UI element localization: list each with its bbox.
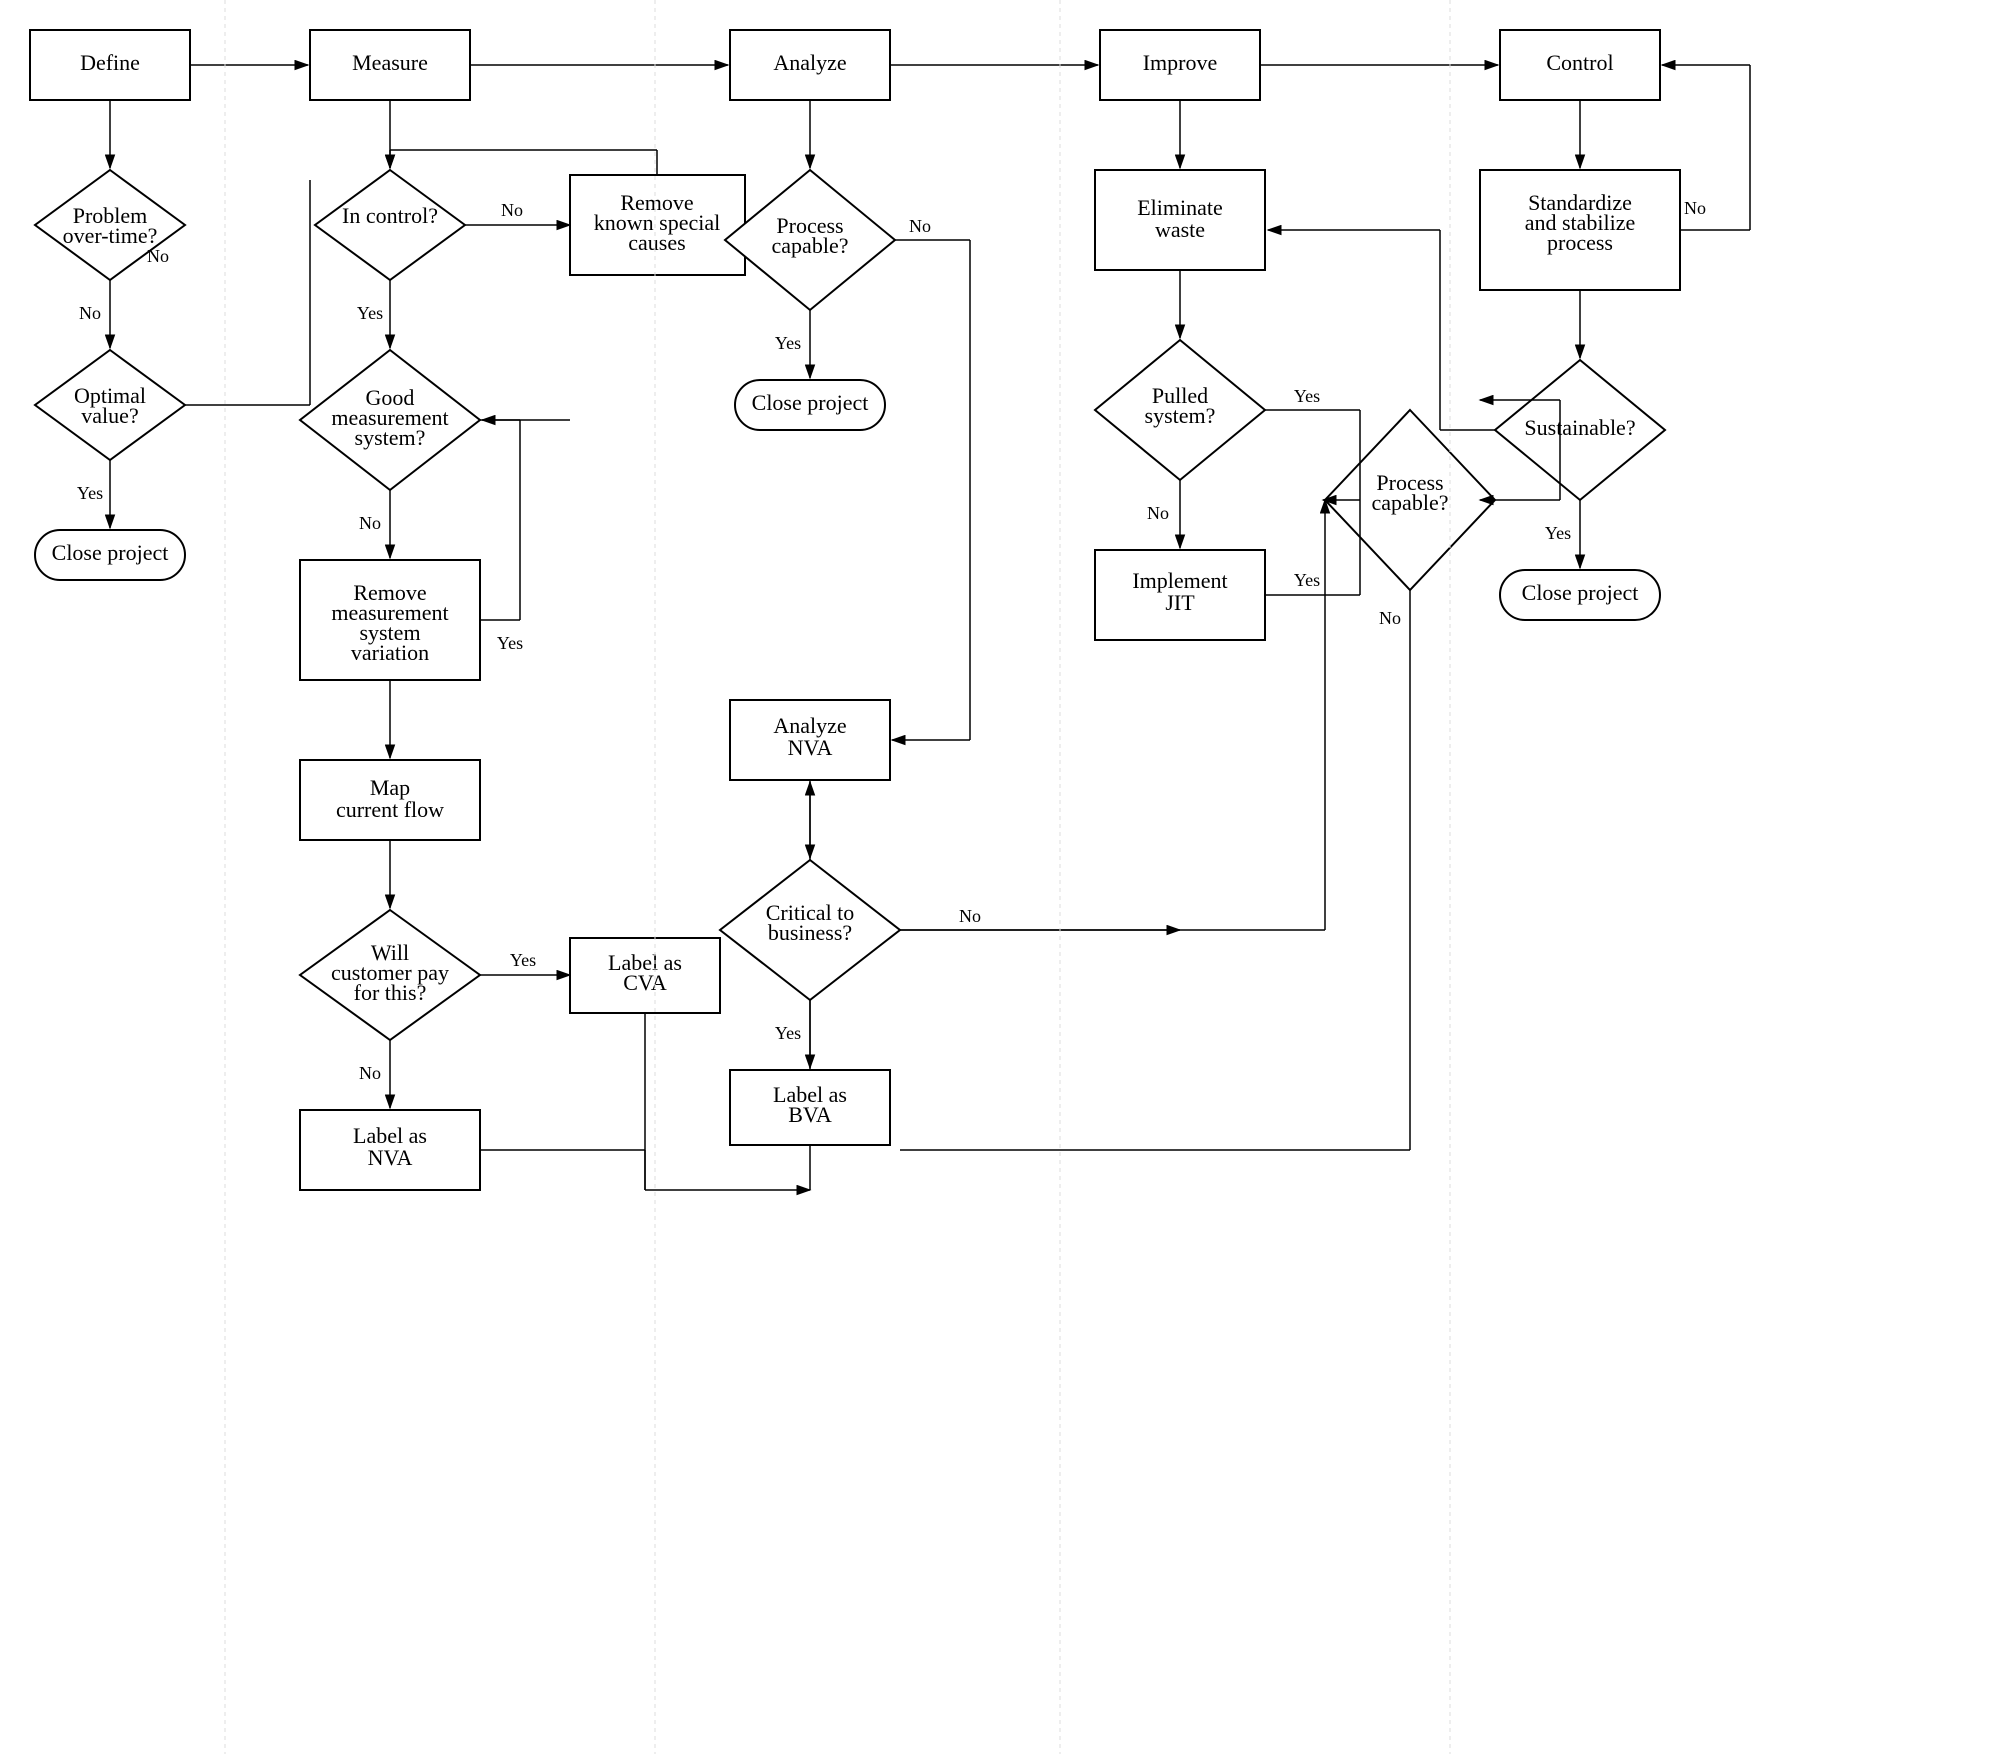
critical-business-text2: business? <box>768 920 852 945</box>
no-label-wcp: No <box>359 1063 381 1083</box>
eliminate-waste-text2: waste <box>1155 217 1205 242</box>
no-label-ps: No <box>1147 503 1169 523</box>
label-nva-text2: NVA <box>368 1145 413 1170</box>
remove-special-text3: causes <box>628 230 685 255</box>
process-capable-1-text2: capable? <box>772 233 849 258</box>
no-label-pc2: No <box>1379 608 1401 628</box>
yes-label-sus: Yes <box>1545 523 1571 543</box>
yes-label-wcp: Yes <box>510 950 536 970</box>
yes-label-1: Yes <box>77 483 103 503</box>
no-label-std: No <box>1684 198 1706 218</box>
pulled-system-text2: system? <box>1145 403 1216 428</box>
close-project-1-text: Close project <box>52 540 169 565</box>
sustainable-text: Sustainable? <box>1524 415 1635 440</box>
close-project-3-text: Close project <box>1522 580 1639 605</box>
close-project-2-text: Close project <box>752 390 869 415</box>
control-label: Control <box>1546 50 1613 75</box>
measure-label: Measure <box>352 50 428 75</box>
no-label-ctb: No <box>959 906 981 926</box>
in-control-text: In control? <box>342 203 438 228</box>
yes-label-pc1: Yes <box>775 333 801 353</box>
yes-label-in-control: Yes <box>357 303 383 323</box>
improve-label: Improve <box>1143 50 1218 75</box>
define-label: Define <box>80 50 140 75</box>
map-current-text2: current flow <box>336 797 444 822</box>
label-cva-text2: CVA <box>623 970 667 995</box>
analyze-label: Analyze <box>773 50 846 75</box>
will-customer-text3: for this? <box>354 980 427 1005</box>
no-label-down-1: No <box>79 303 101 323</box>
implement-jit-text2: JIT <box>1165 590 1195 615</box>
no-label-gms: No <box>359 513 381 533</box>
yes-label-rmv: Yes <box>497 633 523 653</box>
standardize-text3: process <box>1547 230 1613 255</box>
no-label-pc1: No <box>909 216 931 236</box>
no-label-in-control: No <box>501 200 523 220</box>
label-bva-text2: BVA <box>788 1102 832 1127</box>
remove-meas-text4: variation <box>351 640 429 665</box>
optimal-value-text2: value? <box>81 403 138 428</box>
good-meas-text3: system? <box>355 425 426 450</box>
yes-label-ctb: Yes <box>775 1023 801 1043</box>
yes-label-ps: Yes <box>1294 386 1320 406</box>
no-label-1: No <box>147 246 169 266</box>
problem-overtime-text2: over-time? <box>63 223 158 248</box>
process-capable-2-text2: capable? <box>1372 490 1449 515</box>
analyze-nva-text2: NVA <box>788 735 833 760</box>
yes-label-jit: Yes <box>1294 570 1320 590</box>
